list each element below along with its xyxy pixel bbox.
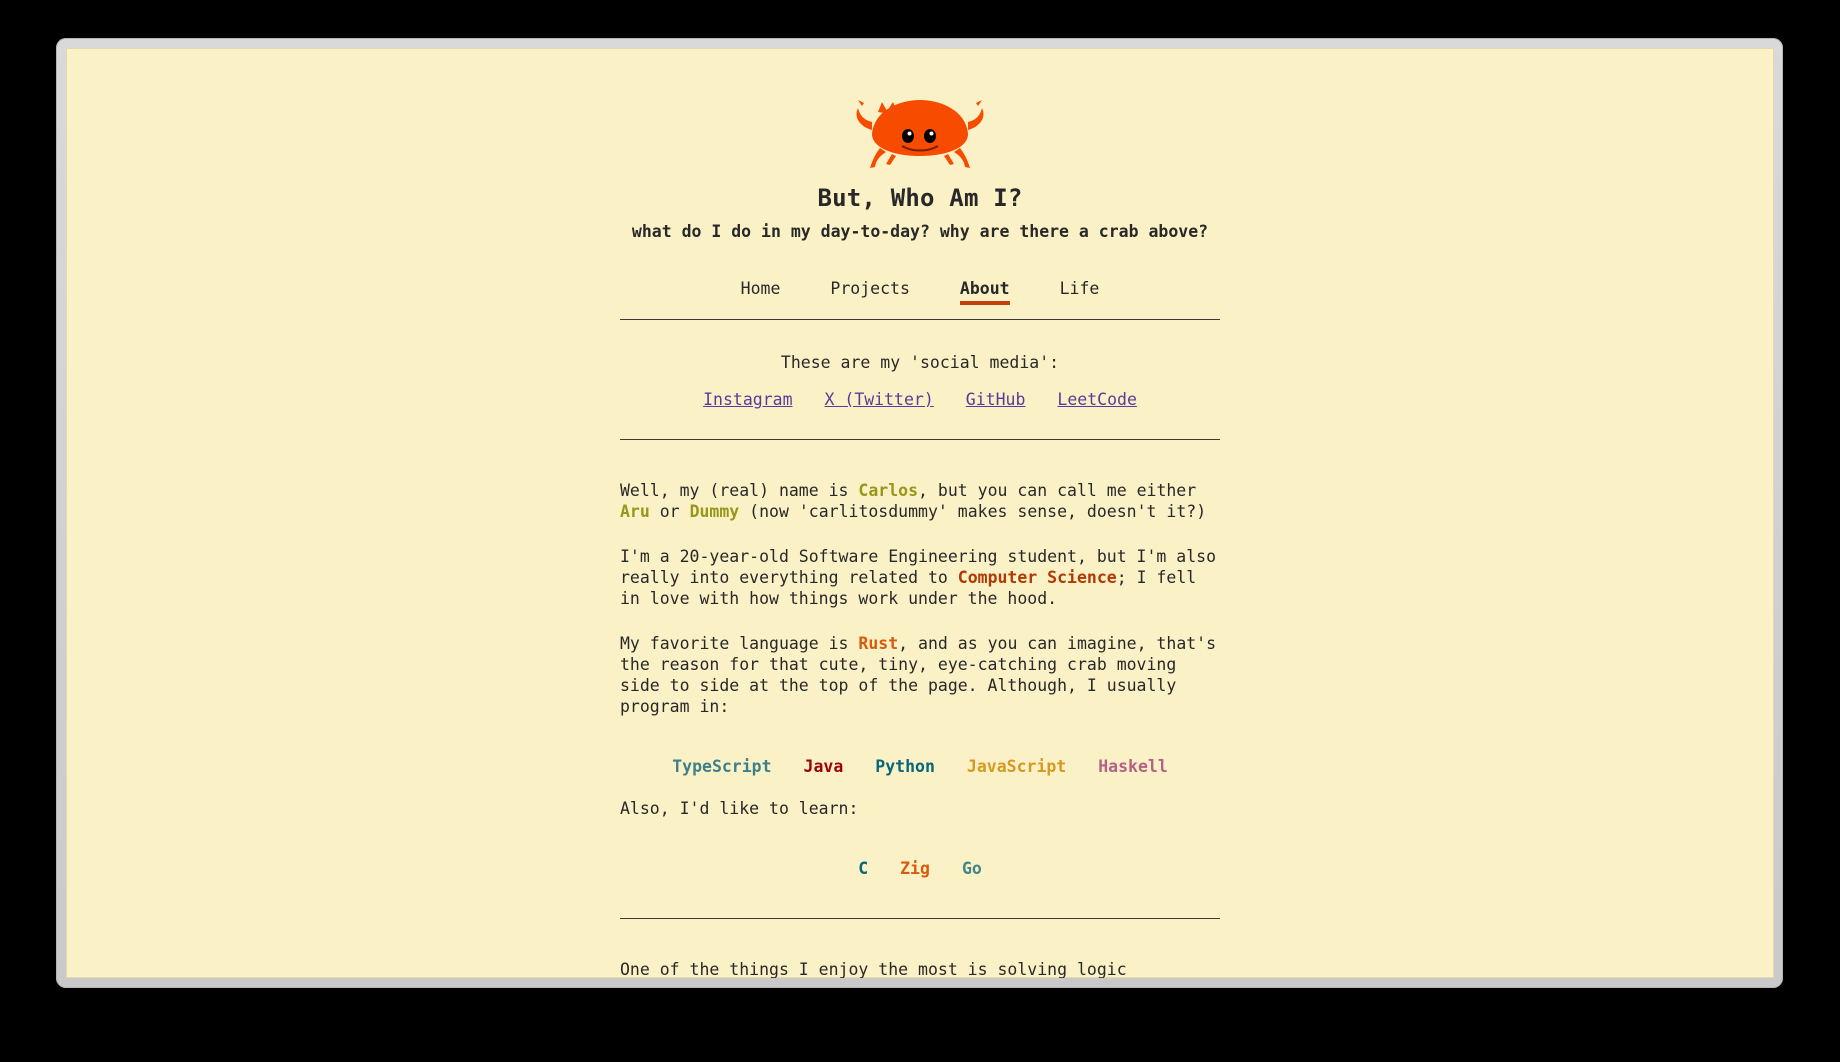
- learn-item: Zig: [900, 859, 930, 878]
- page-title: But, Who Am I?: [817, 184, 1023, 212]
- bio-paragraph-student: I'm a 20-year-old Software Engineering s…: [620, 546, 1220, 609]
- page-subtitle: what do I do in my day-to-day? why are t…: [631, 222, 1209, 241]
- main-nav: Home Projects About Life: [620, 279, 1220, 305]
- main-content: But, Who Am I? what do I do in my day-to…: [620, 48, 1220, 978]
- learn-label: Also, I'd like to learn:: [620, 799, 859, 818]
- link-github[interactable]: GitHub: [966, 390, 1026, 409]
- social-links: Instagram X (Twitter) GitHub LeetCode: [620, 390, 1220, 409]
- languages-list: TypeScript Java Python JavaScript Haskel…: [620, 757, 1220, 776]
- bio-paragraph-name: Well, my (real) name is Carlos, but you …: [620, 480, 1220, 522]
- bio-paragraph-problems: One of the things I enjoy the most is so…: [620, 960, 1127, 978]
- rust-highlight: Rust: [858, 634, 899, 653]
- link-instagram[interactable]: Instagram: [703, 390, 792, 409]
- bio-text: (now 'carlitosdummy' makes sense, doesn'…: [739, 502, 1207, 521]
- alias-highlight: Aru: [620, 502, 650, 521]
- social-label: These are my 'social media':: [780, 353, 1060, 372]
- nav-home[interactable]: Home: [741, 279, 781, 305]
- link-leetcode[interactable]: LeetCode: [1057, 390, 1136, 409]
- nav-life[interactable]: Life: [1060, 279, 1100, 305]
- bio-text: My favorite language is: [620, 634, 859, 653]
- bio-text: Well, my (real) name is: [620, 481, 859, 500]
- alias-highlight: Dummy: [689, 502, 740, 521]
- learn-item: C: [858, 859, 869, 878]
- learn-item: Go: [961, 859, 982, 878]
- name-highlight: Carlos: [858, 481, 919, 500]
- page-viewport[interactable]: But, Who Am I? what do I do in my day-to…: [66, 48, 1774, 978]
- bio-paragraph-language: My favorite language is Rust, and as you…: [620, 633, 1220, 717]
- nav-about[interactable]: About: [959, 279, 1010, 305]
- language-item: Java: [803, 757, 844, 776]
- language-item: TypeScript: [672, 757, 772, 776]
- cs-highlight: Computer Science: [957, 568, 1117, 587]
- rust-crab-icon: [856, 100, 984, 168]
- divider: [620, 918, 1220, 919]
- to-learn-list: C Zig Go: [620, 859, 1220, 878]
- language-item: Haskell: [1098, 757, 1168, 776]
- link-x-twitter[interactable]: X (Twitter): [825, 390, 934, 409]
- bio-text: , but you can call me either: [918, 481, 1197, 500]
- divider: [620, 319, 1220, 320]
- bio-text: or: [649, 502, 690, 521]
- nav-projects[interactable]: Projects: [830, 279, 909, 305]
- divider: [620, 439, 1220, 440]
- language-item: JavaScript: [966, 757, 1067, 776]
- language-item: Python: [875, 757, 935, 776]
